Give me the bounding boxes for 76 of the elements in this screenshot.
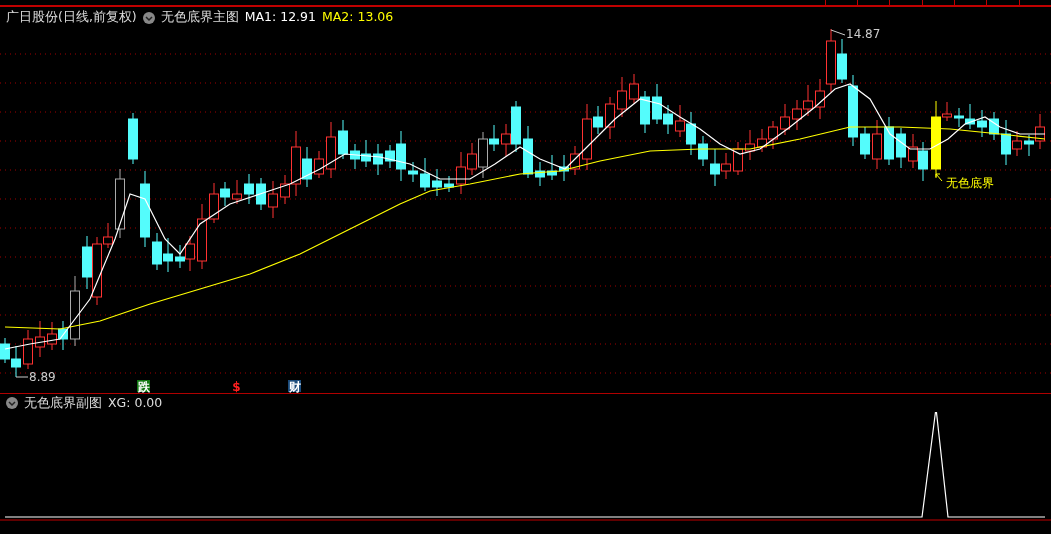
candle <box>314 150 324 179</box>
candle <box>58 320 68 351</box>
candle <box>23 329 33 370</box>
candle <box>710 148 720 187</box>
candle <box>350 143 360 170</box>
candle <box>128 112 138 165</box>
candle <box>256 177 266 211</box>
stock-title: 广日股份(日线,前复权) <box>6 8 137 27</box>
candle <box>884 116 894 166</box>
candle <box>698 135 708 167</box>
candle <box>244 173 254 205</box>
candle <box>35 320 45 358</box>
candle <box>733 141 743 176</box>
candle <box>47 321 57 351</box>
candle <box>954 107 964 128</box>
candle <box>70 275 80 347</box>
candle <box>535 161 545 187</box>
candle <box>444 175 454 193</box>
candle <box>152 232 162 271</box>
candle <box>547 154 557 181</box>
candle <box>432 168 442 197</box>
candle <box>918 141 928 182</box>
candle <box>977 109 987 138</box>
ma2-reading: MA2: 13.06 <box>322 8 394 27</box>
candle <box>617 76 627 118</box>
candle <box>872 119 882 170</box>
candle <box>675 104 685 138</box>
indicator-name: 无色底界主图 <box>160 8 239 27</box>
candle <box>803 84 813 117</box>
candle <box>232 179 242 205</box>
candle <box>0 337 10 364</box>
candle <box>745 129 755 161</box>
candle <box>11 345 21 378</box>
signal-label: 无色底界 <box>935 173 994 190</box>
low-price-label: 8.89 <box>15 370 56 384</box>
candle <box>408 161 418 183</box>
xg-reading: XG: 0.00 <box>108 393 163 412</box>
candle <box>652 83 662 125</box>
candle <box>338 119 348 160</box>
fall-marker[interactable]: 跌 <box>137 380 150 393</box>
high-price-label: 14.87 <box>830 28 881 41</box>
candle <box>686 111 696 156</box>
candle <box>163 237 173 273</box>
candle <box>663 104 673 135</box>
candle <box>721 152 731 180</box>
finance-marker[interactable]: 财 <box>288 380 301 393</box>
candle <box>605 96 615 140</box>
candle <box>197 203 207 270</box>
candle <box>860 126 870 160</box>
candle <box>523 125 533 179</box>
candle <box>989 111 999 141</box>
candle <box>780 103 790 136</box>
candle <box>908 133 918 169</box>
candle <box>570 145 580 176</box>
candle <box>115 168 125 239</box>
ma1-reading: MA1: 12.91 <box>244 8 316 27</box>
candle <box>629 73 639 104</box>
dollar-marker[interactable]: $ <box>232 380 241 393</box>
candle <box>268 180 278 219</box>
candle <box>792 99 802 131</box>
indicator-name: 无色底界副图 <box>24 393 102 412</box>
candle <box>896 127 906 169</box>
candle <box>467 142 477 176</box>
candle <box>768 120 778 150</box>
dropdown-icon[interactable] <box>6 397 18 409</box>
candle <box>640 90 650 134</box>
candle <box>456 151 466 195</box>
candle <box>420 157 430 192</box>
candle <box>757 128 767 153</box>
dropdown-icon[interactable] <box>142 11 155 24</box>
candle <box>326 121 336 179</box>
candle <box>361 139 371 168</box>
candle <box>373 143 383 176</box>
candle <box>965 103 975 130</box>
candle <box>82 235 92 290</box>
candle <box>559 154 569 182</box>
